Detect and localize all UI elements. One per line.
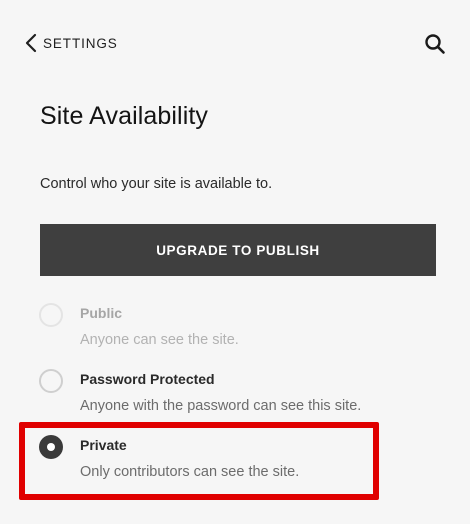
search-icon xyxy=(425,34,445,54)
page-description: Control who your site is available to. xyxy=(40,176,273,192)
option-private-description: Only contributors can see the site. xyxy=(80,464,300,480)
back-to-settings-link[interactable]: SETTINGS xyxy=(25,33,118,53)
radio-password-protected[interactable] xyxy=(39,369,63,393)
option-password-protected-label: Password Protected xyxy=(80,371,215,387)
page-title: Site Availability xyxy=(40,102,208,130)
radio-private[interactable] xyxy=(39,435,63,459)
option-password-protected[interactable]: Password Protected Anyone with the passw… xyxy=(39,369,429,421)
upgrade-to-publish-button[interactable]: UPGRADE TO PUBLISH xyxy=(40,224,436,276)
back-label: SETTINGS xyxy=(43,35,118,51)
option-password-protected-description: Anyone with the password can see this si… xyxy=(80,398,362,414)
option-public-label: Public xyxy=(80,305,123,321)
radio-public[interactable] xyxy=(39,303,63,327)
option-private-label: Private xyxy=(80,437,127,453)
option-public-description: Anyone can see the site. xyxy=(80,332,239,348)
search-button[interactable] xyxy=(424,33,446,55)
option-public[interactable]: Public Anyone can see the site. xyxy=(39,303,429,355)
option-private[interactable]: Private Only contributors can see the si… xyxy=(39,435,429,487)
chevron-left-icon xyxy=(25,33,37,53)
